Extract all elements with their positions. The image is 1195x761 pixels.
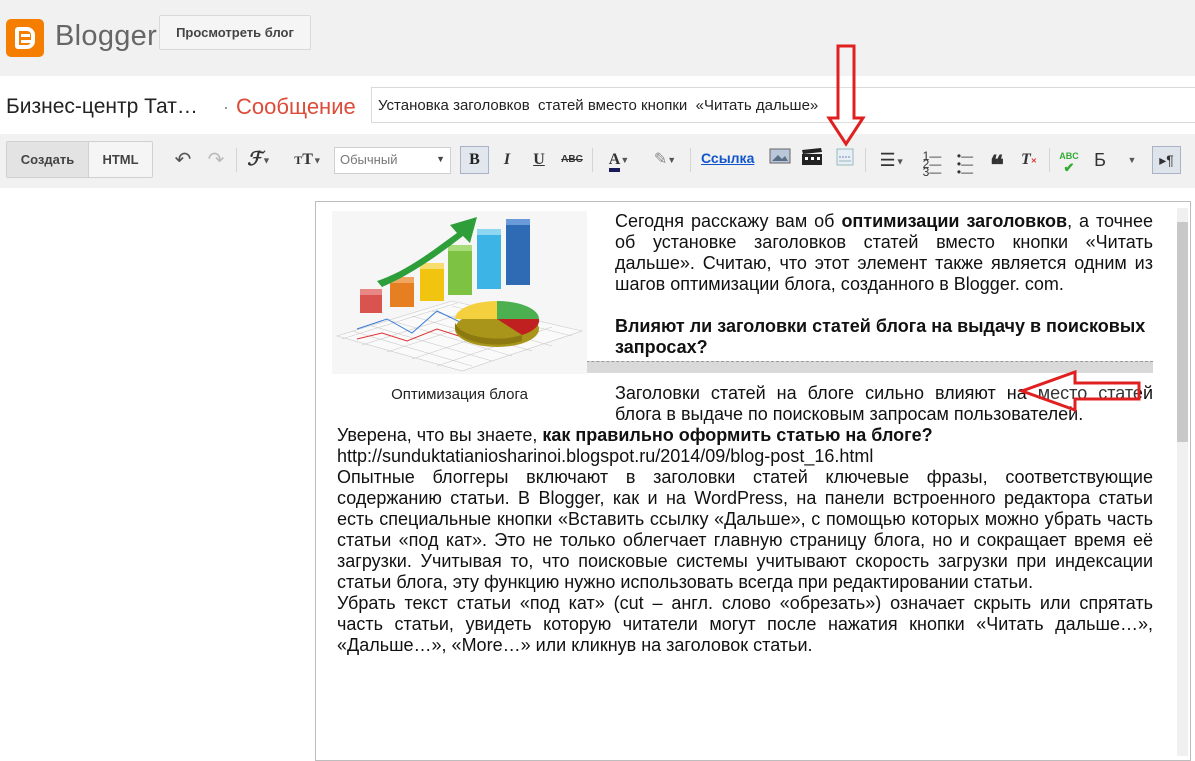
mode-switch: Создать HTML [6, 141, 153, 178]
blog-name[interactable]: Бизнес-центр Тат… [6, 95, 198, 119]
toolbar-divider [236, 148, 237, 172]
quote-icon[interactable]: ❝ [985, 148, 1009, 180]
paragraph-style-select[interactable]: Обычный ▼ [334, 147, 451, 174]
video-icon[interactable] [800, 148, 824, 172]
intro-bold-text: оптимизации заголовков [841, 211, 1068, 231]
compose-mode-button[interactable]: Создать [7, 142, 89, 177]
breadcrumb-separator: · [223, 97, 229, 117]
bold-icon[interactable]: B [460, 146, 489, 174]
blogger-logo-text: Blogger [55, 20, 158, 52]
clear-format-icon[interactable]: T× [1017, 148, 1041, 172]
paragraph-text: Уверена, что вы знаете, [337, 425, 543, 445]
align-icon[interactable]: ☰▼ [873, 148, 911, 172]
post-title-input[interactable] [371, 87, 1195, 123]
post-content[interactable]: Оптимизация блога Сегодня расскажу вам о… [332, 211, 1153, 656]
underline-icon[interactable]: U [529, 148, 549, 172]
rtl-icon[interactable]: ▸¶ [1152, 146, 1181, 174]
numbered-list-icon[interactable]: 1— 2— 3— [920, 148, 944, 178]
image-caption: Оптимизация блога [391, 386, 528, 403]
section-label: Сообщение [236, 94, 356, 119]
html-mode-button[interactable]: HTML [89, 142, 152, 177]
redo-icon[interactable]: ↷ [205, 148, 227, 172]
highlight-icon[interactable]: ✎▼ [646, 148, 684, 172]
paragraph: Опытные блоггеры включают в заголовки ст… [337, 467, 1153, 592]
post-url: http://sunduktatianiosharinoi.blogspot.r… [337, 446, 874, 466]
image-icon[interactable] [768, 148, 792, 172]
blogger-logo-icon[interactable] [6, 19, 44, 57]
toolbar-divider [1049, 148, 1050, 172]
post-editor[interactable]: Оптимизация блога Сегодня расскажу вам о… [315, 201, 1191, 761]
intro-text: Сегодня расскажу вам об [615, 211, 842, 231]
font-size-icon[interactable]: TT▼ [290, 148, 326, 172]
view-blog-button[interactable]: Просмотреть блог [159, 15, 311, 50]
post-image[interactable] [332, 211, 587, 374]
toolbar-divider [690, 148, 691, 172]
paragraph-bold-text: как правильно оформить статью на блоге? [542, 425, 933, 445]
spellcheck-icon[interactable]: ABC ✔ [1056, 148, 1082, 174]
chevron-down-icon[interactable]: ▼ [1124, 148, 1140, 172]
paragraph-style-value: Обычный [340, 152, 398, 167]
chevron-down-icon: ▼ [436, 154, 445, 164]
text-color-icon[interactable]: A▼ [600, 148, 638, 173]
language-input-button[interactable]: Б [1090, 148, 1110, 172]
post-image-block[interactable]: Оптимизация блога [332, 211, 587, 412]
undo-icon[interactable]: ↶ [172, 148, 194, 172]
strikethrough-icon[interactable]: ABC [559, 148, 585, 172]
paragraph: Убрать текст статьи «под кат» (cut – анг… [337, 593, 1153, 655]
font-icon[interactable]: ℱ▼ [244, 148, 274, 172]
jump-break-icon[interactable] [834, 148, 856, 172]
italic-icon[interactable]: I [497, 148, 517, 172]
paragraph-question: Уверена, что вы знаете, как правильно оф… [337, 425, 1153, 446]
scrollbar-thumb[interactable] [1177, 222, 1188, 442]
toolbar-divider [865, 148, 866, 172]
link-button[interactable]: Ссылка [701, 150, 754, 166]
bullet-list-icon[interactable]: •— •— •— [953, 148, 977, 178]
toolbar-divider [592, 148, 593, 172]
